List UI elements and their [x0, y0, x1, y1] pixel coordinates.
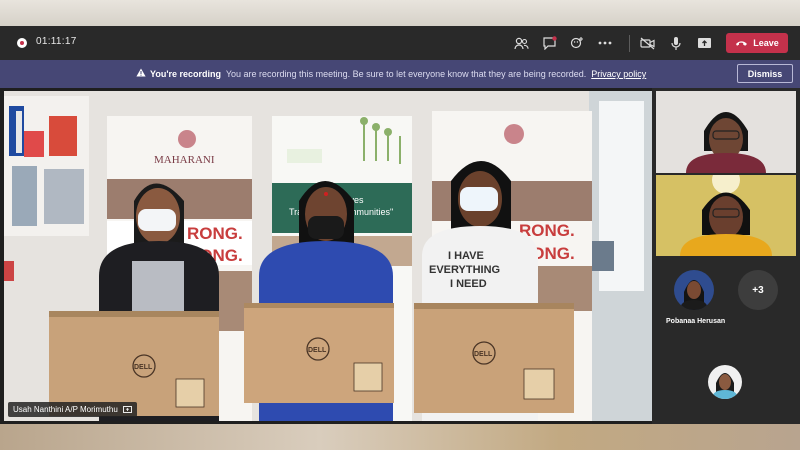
share-icon[interactable] — [696, 35, 712, 51]
participant-avatar[interactable] — [674, 270, 714, 310]
dell-box-right: DELL — [414, 303, 574, 413]
reactions-icon[interactable] — [569, 35, 585, 51]
chat-icon[interactable] — [541, 35, 557, 51]
record-icon — [17, 38, 27, 48]
self-avatar[interactable] — [708, 365, 742, 399]
dell-box-center: DELL — [244, 303, 394, 403]
recording-body: You are recording this meeting. Be sure … — [225, 69, 587, 79]
participant-avatars: +3 Pobanaa Herusan — [652, 270, 800, 330]
screen-share-icon — [122, 405, 132, 413]
more-icon[interactable] — [597, 35, 613, 51]
phone-icon — [736, 40, 748, 46]
participant-video-1 — [656, 91, 796, 173]
window-bottom-backdrop — [0, 424, 800, 450]
call-toolbar: 01:11:17 Leave — [0, 26, 800, 60]
banner-word-1: RONG. — [187, 224, 243, 243]
toolbar-divider — [629, 35, 630, 52]
participant-name: Usah Nanthini A/P Morimuthu — [13, 405, 118, 414]
participants-icon[interactable] — [513, 35, 529, 51]
box-brand-2: DELL — [308, 347, 327, 354]
participant-name-tag: Usah Nanthini A/P Morimuthu — [8, 402, 137, 417]
dell-box-left: DELL — [49, 311, 219, 416]
camera-off-icon[interactable] — [640, 35, 656, 51]
participant-video-tile[interactable] — [656, 91, 796, 173]
call-timer: 01:11:17 — [36, 36, 77, 47]
box-brand-3: DELL — [474, 351, 493, 358]
recording-message: You're recording You are recording this … — [150, 69, 646, 79]
window-top-backdrop — [0, 0, 800, 26]
mic-icon[interactable] — [668, 35, 684, 51]
main-video-feed[interactable]: MAHARANI RONG. RONG. ng Lives Tra ommuni… — [4, 91, 652, 421]
tshirt-line-1: I HAVE — [448, 250, 484, 262]
recording-banner: You're recording You are recording this … — [0, 60, 800, 88]
participant-video-tile[interactable] — [656, 175, 796, 256]
main-stage: MAHARANI RONG. RONG. ng Lives Tra ommuni… — [0, 88, 652, 424]
more-participants-button[interactable]: +3 — [738, 270, 778, 310]
leave-label: Leave — [753, 38, 779, 48]
leave-button[interactable]: Leave — [726, 33, 788, 53]
video-scene: MAHARANI RONG. RONG. ng Lives Tra ommuni… — [4, 91, 652, 421]
tshirt-line-3: I NEED — [450, 278, 487, 290]
box-brand-1: DELL — [134, 364, 153, 371]
participant-panel: +3 Pobanaa Herusan — [652, 88, 800, 424]
participant-video-2 — [656, 175, 796, 256]
privacy-policy-link[interactable]: Privacy policy — [591, 69, 646, 79]
participant-name-label: Pobanaa Herusan — [666, 318, 726, 325]
banner-brand: MAHARANI — [154, 154, 215, 166]
dismiss-button[interactable]: Dismiss — [737, 64, 793, 83]
warning-icon — [136, 68, 146, 77]
recording-title: You're recording — [150, 69, 221, 79]
tshirt-line-2: EVERYTHING — [429, 264, 500, 276]
